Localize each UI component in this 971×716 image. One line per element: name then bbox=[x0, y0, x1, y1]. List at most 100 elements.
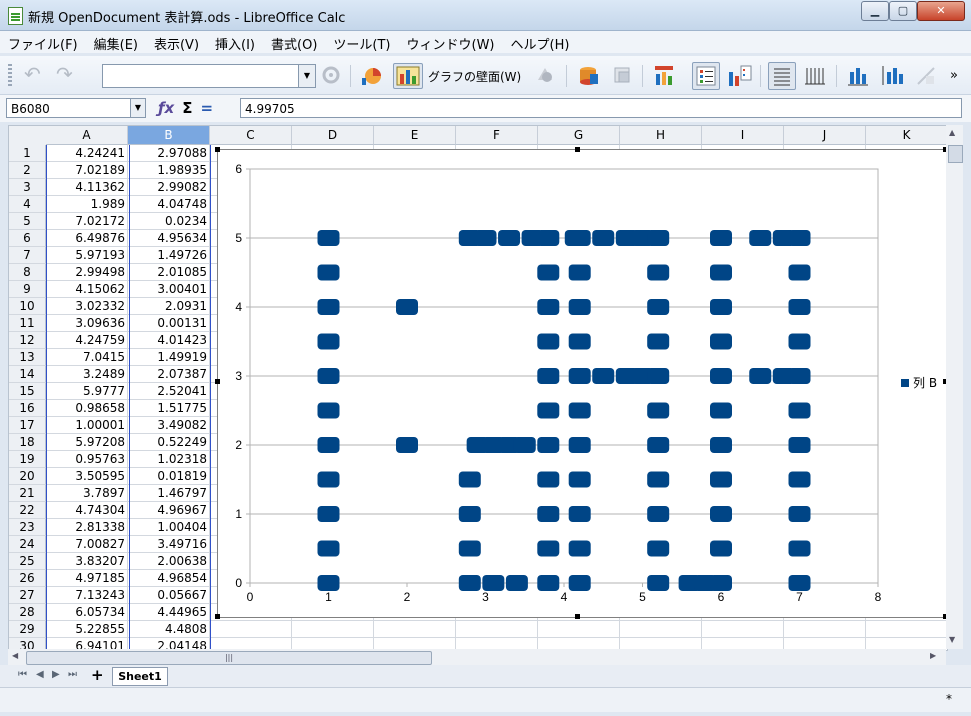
cell-a[interactable]: 1.00001 bbox=[46, 417, 128, 434]
resize-handle[interactable] bbox=[575, 147, 580, 152]
menu-format[interactable]: 書式(O) bbox=[263, 31, 325, 53]
column-header-g[interactable]: G bbox=[538, 126, 620, 145]
vertical-grids-icon[interactable] bbox=[803, 64, 825, 86]
cell-a[interactable]: 7.00827 bbox=[46, 536, 128, 553]
cell-b[interactable]: 1.49726 bbox=[128, 247, 210, 264]
tab-sheet1[interactable]: Sheet1 bbox=[112, 667, 168, 686]
chart-data-table-icon[interactable] bbox=[576, 64, 598, 86]
chart-object[interactable]: 0 1 2 3 4 5 6 0 1 2 3 4 5 6 7 8 列 B bbox=[217, 149, 947, 618]
data-ranges-icon[interactable] bbox=[611, 64, 633, 86]
cell-a[interactable]: 3.83207 bbox=[46, 553, 128, 570]
sum-icon[interactable]: Σ bbox=[182, 99, 192, 117]
chart-3d-view-icon[interactable] bbox=[534, 64, 556, 86]
cell-b[interactable]: 0.01819 bbox=[128, 468, 210, 485]
cell-b[interactable]: 2.99082 bbox=[128, 179, 210, 196]
formula-input[interactable]: 4.99705 bbox=[240, 98, 962, 118]
cell-a[interactable]: 2.99498 bbox=[46, 264, 128, 281]
row-header[interactable]: 11 bbox=[9, 315, 46, 332]
resize-handle[interactable] bbox=[215, 147, 220, 152]
cell-b[interactable]: 4.96854 bbox=[128, 570, 210, 587]
cell-a[interactable]: 7.0415 bbox=[46, 349, 128, 366]
row-header[interactable]: 15 bbox=[9, 383, 46, 400]
row-header[interactable]: 8 bbox=[9, 264, 46, 281]
chevron-down-icon[interactable]: ▼ bbox=[298, 65, 315, 87]
column-header-d[interactable]: D bbox=[292, 126, 374, 145]
format-selection-icon[interactable] bbox=[320, 64, 342, 86]
resize-handle[interactable] bbox=[215, 379, 220, 384]
resize-handle[interactable] bbox=[575, 614, 580, 619]
cell-b[interactable]: 2.00638 bbox=[128, 553, 210, 570]
horizontal-grids-icon[interactable] bbox=[768, 62, 796, 90]
cell-b[interactable]: 0.05667 bbox=[128, 587, 210, 604]
cell-a[interactable]: 7.02189 bbox=[46, 162, 128, 179]
maximize-button[interactable]: ▢ bbox=[889, 1, 917, 21]
menu-tools[interactable]: ツール(T) bbox=[325, 31, 398, 53]
cell-b[interactable]: 4.44965 bbox=[128, 604, 210, 621]
cell-b[interactable]: 2.52041 bbox=[128, 383, 210, 400]
chart-element-select[interactable]: ▼ bbox=[102, 64, 316, 88]
cell-a[interactable]: 4.24759 bbox=[46, 332, 128, 349]
row-header[interactable]: 1 bbox=[9, 145, 46, 162]
undo-icon[interactable]: ↶ bbox=[24, 62, 50, 88]
row-header[interactable]: 24 bbox=[9, 536, 46, 553]
last-sheet-icon[interactable]: ⏭ bbox=[68, 669, 77, 680]
menu-edit[interactable]: 編集(E) bbox=[86, 31, 146, 53]
cell-a[interactable]: 7.13243 bbox=[46, 587, 128, 604]
insert-axis-icon[interactable] bbox=[914, 64, 936, 86]
toolbar-grip[interactable] bbox=[8, 64, 12, 86]
cell-a[interactable]: 3.50595 bbox=[46, 468, 128, 485]
row-header[interactable]: 3 bbox=[9, 179, 46, 196]
cell-a[interactable]: 2.81338 bbox=[46, 519, 128, 536]
function-icon[interactable]: = bbox=[200, 99, 213, 117]
column-header-j[interactable]: J bbox=[784, 126, 866, 145]
scroll-right-icon[interactable]: ▶ bbox=[930, 651, 936, 660]
row-header[interactable]: 10 bbox=[9, 298, 46, 315]
prev-sheet-icon[interactable]: ◀ bbox=[36, 669, 44, 680]
row-header[interactable]: 7 bbox=[9, 247, 46, 264]
column-header-f[interactable]: F bbox=[456, 126, 538, 145]
column-header-b[interactable]: B bbox=[128, 126, 210, 145]
next-sheet-icon[interactable]: ▶ bbox=[52, 669, 60, 680]
menu-view[interactable]: 表示(V) bbox=[146, 31, 207, 53]
menu-file[interactable]: ファイル(F) bbox=[0, 31, 86, 53]
row-header[interactable]: 29 bbox=[9, 621, 46, 638]
horizontal-scroll-thumb[interactable]: ||| bbox=[26, 651, 432, 665]
cell-b[interactable]: 2.07387 bbox=[128, 366, 210, 383]
cell-b[interactable]: 3.49716 bbox=[128, 536, 210, 553]
cell-a[interactable]: 0.98658 bbox=[46, 400, 128, 417]
row-header[interactable]: 21 bbox=[9, 485, 46, 502]
chevron-down-icon[interactable]: ▼ bbox=[130, 99, 145, 117]
column-header-a[interactable]: A bbox=[46, 126, 128, 145]
cell-b[interactable]: 0.0234 bbox=[128, 213, 210, 230]
cell-b[interactable]: 1.46797 bbox=[128, 485, 210, 502]
name-box[interactable]: B6080 ▼ bbox=[6, 98, 146, 118]
function-wizard-icon[interactable]: ƒx bbox=[158, 99, 174, 117]
cell-b[interactable]: 2.01085 bbox=[128, 264, 210, 281]
cell-b[interactable]: 4.96967 bbox=[128, 502, 210, 519]
spreadsheet-grid[interactable]: ABCDEFGHIJK 1 4.24241 2.97088 2 7.02189 1.989… bbox=[8, 125, 948, 651]
cell-b[interactable]: 1.00404 bbox=[128, 519, 210, 536]
cell-b[interactable]: 3.00401 bbox=[128, 281, 210, 298]
cell-a[interactable]: 3.7897 bbox=[46, 485, 128, 502]
menu-window[interactable]: ウィンドウ(W) bbox=[399, 31, 503, 53]
toolbar-overflow-button[interactable]: » bbox=[950, 68, 958, 83]
row-header[interactable]: 20 bbox=[9, 468, 46, 485]
cell-a[interactable]: 5.97208 bbox=[46, 434, 128, 451]
horizontal-scrollbar[interactable]: ◀ ||| ▶ bbox=[8, 649, 946, 665]
scroll-down-icon[interactable]: ▼ bbox=[949, 635, 955, 644]
y-axis-icon[interactable] bbox=[879, 64, 903, 86]
scatter-chart[interactable]: 0 1 2 3 4 5 6 0 1 2 3 4 5 6 7 8 列 B bbox=[218, 150, 946, 617]
row-header[interactable]: 12 bbox=[9, 332, 46, 349]
cell-a[interactable]: 6.49876 bbox=[46, 230, 128, 247]
row-header[interactable]: 25 bbox=[9, 553, 46, 570]
cell-a[interactable]: 4.11362 bbox=[46, 179, 128, 196]
cell-a[interactable]: 4.74304 bbox=[46, 502, 128, 519]
cell-a[interactable]: 4.24241 bbox=[46, 145, 128, 162]
chart-title-icon[interactable] bbox=[652, 64, 674, 86]
cell-a[interactable]: 1.989 bbox=[46, 196, 128, 213]
menu-help[interactable]: ヘルプ(H) bbox=[503, 31, 578, 53]
row-header[interactable]: 2 bbox=[9, 162, 46, 179]
cell-a[interactable]: 3.09636 bbox=[46, 315, 128, 332]
row-header[interactable]: 4 bbox=[9, 196, 46, 213]
cell-b[interactable]: 1.49919 bbox=[128, 349, 210, 366]
